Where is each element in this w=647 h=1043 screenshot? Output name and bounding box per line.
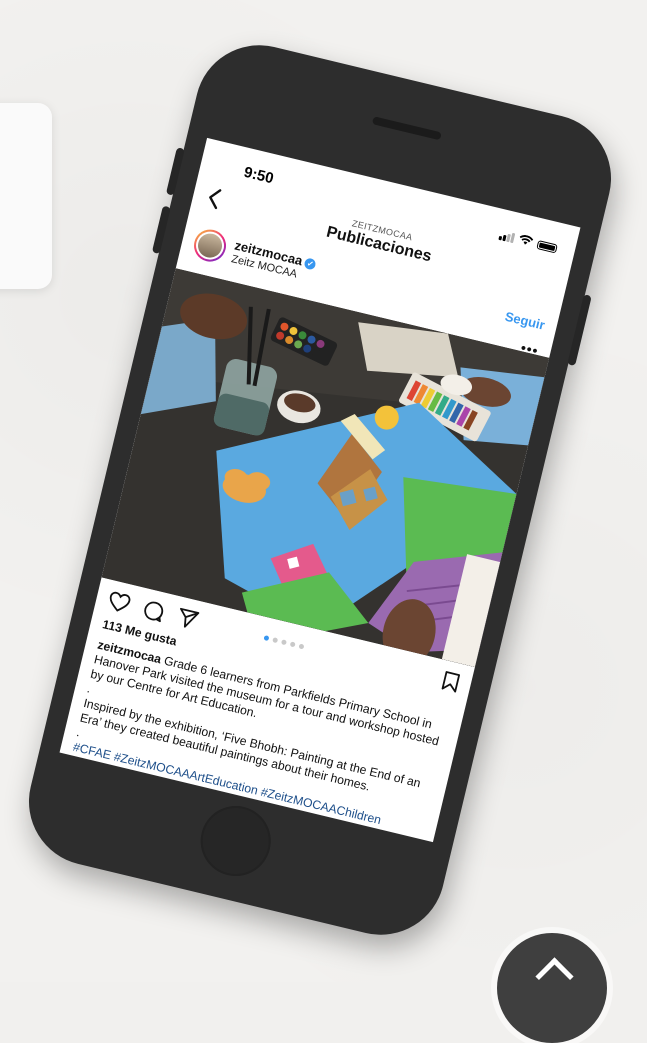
battery-icon [536,240,558,254]
phone-speaker [371,116,442,141]
side-card [0,103,52,289]
follow-button[interactable]: Seguir [504,309,547,333]
carousel-dot [272,637,279,644]
signal-icon [498,230,516,244]
wifi-icon [518,234,534,248]
carousel-dot [280,639,287,646]
carousel-indicator [263,635,305,650]
chevron-up-icon [535,957,574,996]
verified-icon: ✓ [303,257,317,271]
share-icon[interactable] [174,607,200,636]
carousel-dot [263,635,270,642]
carousel-dot [289,641,296,648]
post-date: 26 de noviembre de 2018 [63,776,177,814]
home-button[interactable] [193,798,278,884]
comment-icon[interactable] [140,598,166,627]
heart-icon[interactable] [105,590,132,619]
carousel-dot [298,643,305,650]
scroll-to-top-button[interactable] [497,933,607,1043]
status-time: 9:50 [242,163,276,188]
bookmark-icon[interactable] [440,670,461,697]
avatar[interactable] [190,226,230,265]
status-icons [498,229,558,254]
post-caption: 113 Me gusta zeitzmocaa Grade 6 learners… [63,617,454,842]
